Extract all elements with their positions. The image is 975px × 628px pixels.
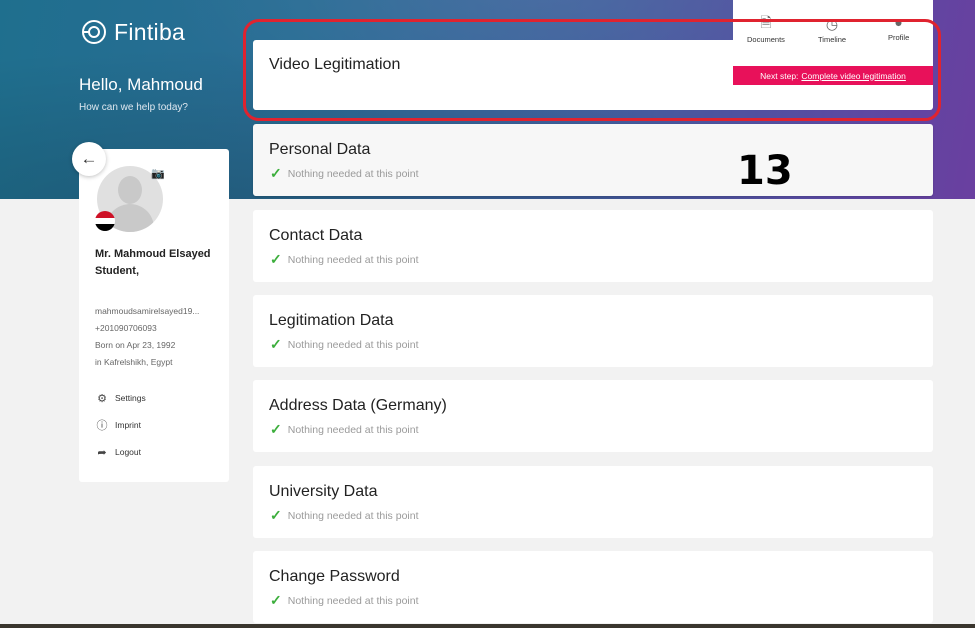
status-text: Nothing needed at this point [287,167,419,180]
menu-item-imprint[interactable]: ⓘ Imprint [96,419,141,432]
section-status: ✓ Nothing needed at this point [270,592,419,609]
brand-name: Fintiba [114,18,186,45]
section-title: University Data [269,483,378,500]
menu-item-label: Settings [115,393,146,403]
menu-item-settings[interactable]: ⚙ Settings [96,392,146,405]
status-text: Nothing needed at this point [287,594,419,607]
camera-icon[interactable]: 📷 [151,167,165,180]
check-icon: ✓ [270,592,282,608]
section-title: Legitimation Data [269,312,394,329]
section-title: Personal Data [269,141,371,158]
check-icon: ✓ [270,507,282,523]
brand-logo[interactable]: Fintiba [80,18,185,46]
section-contact-data[interactable]: Contact Data ✓ Nothing needed at this poi… [253,210,933,282]
bottom-edge [0,624,975,628]
section-status: ✓ Nothing needed at this point [270,336,419,353]
logout-icon: ➦ [97,446,107,459]
profile-email: mahmoudsamirelsayed19... [95,306,200,316]
arrow-left-icon: ← [80,149,98,168]
profile-birthplace: in Kafrelshikh, Egypt [95,357,173,367]
check-icon: ✓ [270,165,282,181]
check-icon: ✓ [270,336,282,352]
section-status: ✓ Nothing needed at this point [270,165,419,182]
fintiba-logo-icon [82,20,106,44]
section-legitimation-data[interactable]: Legitimation Data ✓ Nothing needed at thi… [253,295,933,367]
profile-birthdate: Born on Apr 23, 1992 [95,340,176,350]
annotation-number: 13 [737,148,793,194]
greeting-subtitle: How can we help today? [79,102,188,113]
section-address-data[interactable]: Address Data (Germany) ✓ Nothing needed a… [253,380,933,452]
status-text: Nothing needed at this point [287,253,419,266]
status-text: Nothing needed at this point [287,338,419,351]
status-text: Nothing needed at this point [287,423,419,436]
section-title: Contact Data [269,227,363,244]
section-status: ✓ Nothing needed at this point [270,421,419,438]
back-button[interactable]: ← [72,142,106,176]
greeting-title: Hello, Mahmoud [79,75,203,94]
check-icon: ✓ [270,421,282,437]
info-icon: ⓘ [96,420,108,432]
menu-item-label: Imprint [115,420,141,430]
section-title: Address Data (Germany) [269,397,447,414]
status-text: Nothing needed at this point [287,509,419,522]
profile-name: Mr. Mahmoud Elsayed Student, [95,248,211,277]
check-icon: ✓ [270,251,282,267]
country-flag-icon [95,211,115,231]
highlight-annotation-box [243,19,941,121]
gear-icon: ⚙ [97,392,107,405]
section-status: ✓ Nothing needed at this point [270,507,419,524]
menu-item-label: Logout [115,447,141,457]
profile-phone: +201090706093 [95,323,157,333]
section-status: ✓ Nothing needed at this point [270,251,419,268]
section-personal-data[interactable]: Personal Data ✓ Nothing needed at this po… [253,124,933,196]
section-change-password[interactable]: Change Password ✓ Nothing needed at this … [253,551,933,623]
section-university-data[interactable]: University Data ✓ Nothing needed at this … [253,466,933,538]
menu-item-logout[interactable]: ➦ Logout [96,446,141,459]
section-title: Change Password [269,568,400,585]
